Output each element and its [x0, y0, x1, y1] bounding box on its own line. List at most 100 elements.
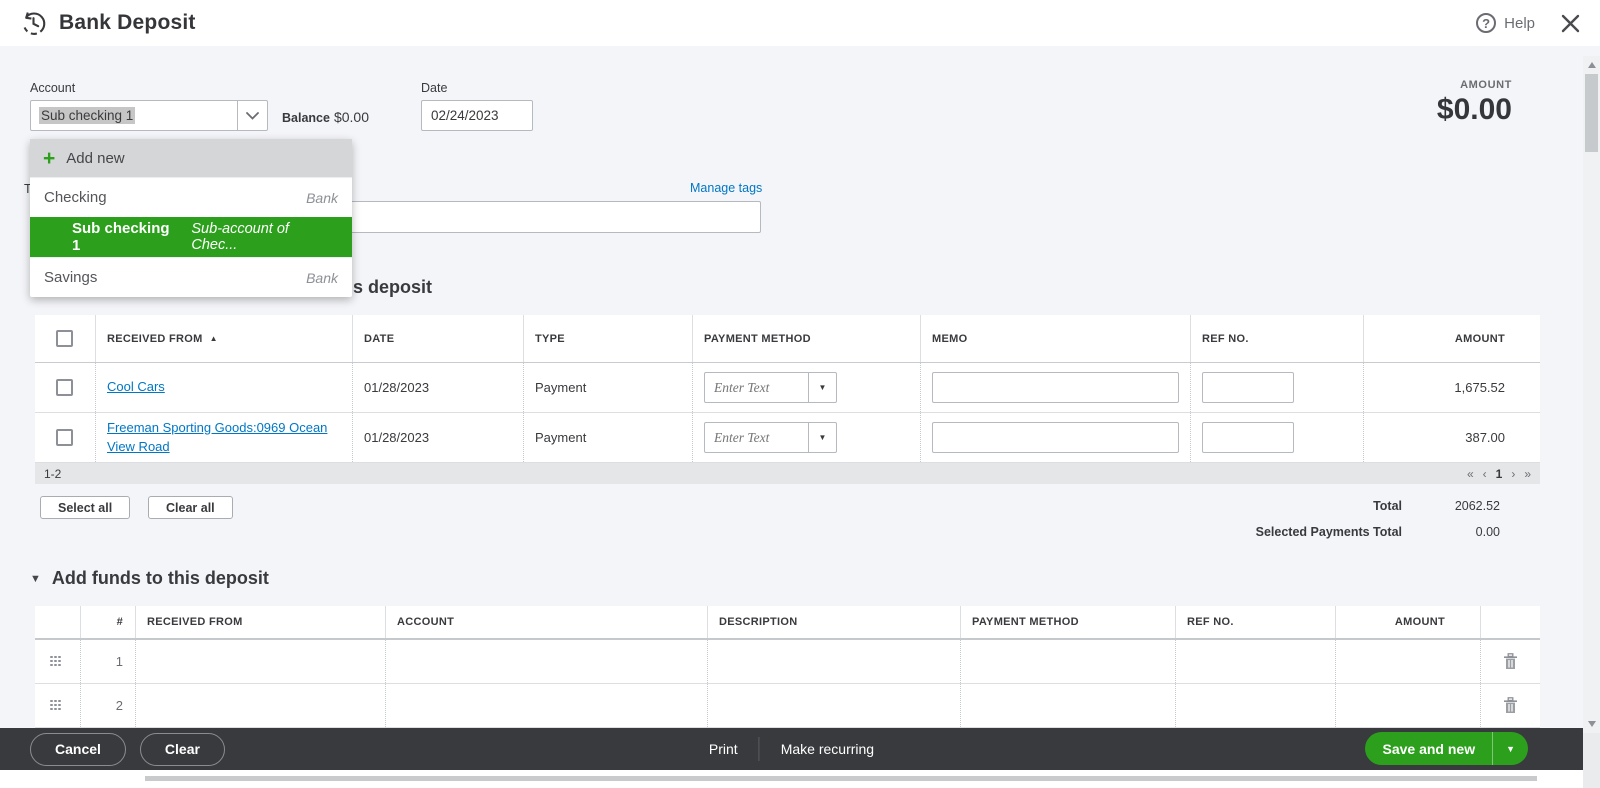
drag-handle-icon[interactable] [50, 699, 62, 712]
dropdown-arrow-icon[interactable]: ▼ [809, 422, 837, 453]
current-page: 1 [1495, 466, 1503, 481]
ref-no-cell[interactable] [1175, 684, 1335, 727]
dropdown-option-savings[interactable]: Savings Bank [30, 257, 352, 297]
save-and-new-label: Save and new [1382, 740, 1476, 757]
column-received-from[interactable]: RECEIVED FROM ▲ [95, 315, 352, 362]
vertical-scroll-thumb[interactable] [1585, 74, 1598, 152]
cancel-button[interactable]: Cancel [30, 732, 126, 766]
plus-icon: + [43, 146, 56, 170]
row-checkbox[interactable] [56, 379, 73, 396]
amount-label: AMOUNT [1460, 79, 1512, 91]
save-options-caret-icon[interactable]: ▼ [1493, 744, 1528, 754]
row-number: 2 [80, 684, 135, 727]
dropdown-option-checking[interactable]: Checking Bank [30, 177, 352, 217]
payment-method-input[interactable] [704, 422, 809, 453]
column-ref-no: REF NO. [1190, 315, 1363, 362]
funds-table-header: # RECEIVED FROM ACCOUNT DESCRIPTION PAYM… [35, 606, 1540, 640]
description-cell[interactable] [707, 684, 960, 727]
collapse-triangle-icon: ▼ [30, 572, 41, 585]
horizontal-scroll-thumb[interactable] [145, 776, 1537, 781]
dropdown-option-sub-checking-1[interactable]: Sub checking 1 Sub-account of Chec... [30, 217, 352, 257]
drag-handle-icon[interactable] [50, 655, 62, 668]
column-memo: MEMO [920, 315, 1190, 362]
column-date: DATE [352, 315, 523, 362]
memo-input[interactable] [932, 422, 1179, 453]
funds-row-1[interactable]: 1 [35, 640, 1540, 684]
account-select[interactable]: Sub checking 1 [30, 100, 268, 131]
received-from-link[interactable]: Freeman Sporting Goods:0969 Ocean View R… [107, 419, 337, 457]
scroll-down-icon[interactable] [1587, 721, 1596, 727]
payments-table-header: RECEIVED FROM ▲ DATE TYPE PAYMENT METHOD … [35, 315, 1540, 363]
add-new-label: Add new [66, 149, 125, 167]
page-title: Bank Deposit [59, 11, 196, 34]
footer-center-actions: Print Make recurring [688, 728, 895, 770]
prev-page-button[interactable]: ‹ [1483, 467, 1487, 481]
received-from-link[interactable]: Cool Cars [107, 378, 165, 397]
total-value: 2062.52 [1454, 499, 1500, 513]
amount-value: $0.00 [1436, 93, 1512, 126]
account-cell[interactable] [385, 640, 707, 683]
balance-label: Balance [282, 111, 330, 125]
bank-deposit-page: Bank Deposit ? Help Account Sub checking… [0, 0, 1600, 788]
total-label: Total [1373, 499, 1402, 513]
payment-method-select: ▼ [704, 422, 837, 453]
help-button[interactable]: ? Help [1476, 13, 1535, 33]
column-payment-method: PAYMENT METHOD [960, 606, 1175, 638]
dropdown-arrow-icon[interactable]: ▼ [809, 372, 837, 403]
select-all-button[interactable]: Select all [40, 496, 131, 519]
funds-heading-label: Add funds to this deposit [51, 568, 269, 588]
help-icon: ? [1476, 13, 1497, 33]
scroll-up-icon[interactable] [1587, 62, 1596, 68]
payment-amount: 1,675.52 [1363, 363, 1540, 412]
add-new-option[interactable]: + Add new [30, 139, 352, 177]
print-button[interactable]: Print [688, 741, 759, 757]
vertical-scrollbar[interactable] [1583, 56, 1600, 733]
clear-button[interactable]: Clear [139, 732, 225, 766]
funds-row-2[interactable]: 2 [35, 684, 1540, 728]
date-label: Date [421, 81, 448, 95]
first-page-button[interactable]: « [1467, 467, 1474, 481]
account-dropdown-menu: + Add new Checking Bank Sub checking 1 S… [30, 139, 352, 297]
payment-type: Payment [523, 413, 692, 462]
payment-method-cell[interactable] [960, 684, 1175, 727]
close-icon[interactable] [1561, 14, 1580, 33]
ref-no-input[interactable] [1202, 372, 1294, 403]
payment-row-2: Freeman Sporting Goods:0969 Ocean View R… [35, 413, 1540, 463]
amount-summary: AMOUNT $0.00 [1437, 79, 1512, 127]
date-input[interactable] [421, 100, 533, 131]
trash-icon[interactable] [1503, 653, 1518, 670]
funds-section-heading[interactable]: ▼ Add funds to this deposit [30, 568, 269, 589]
account-label: Account [30, 81, 76, 95]
payment-method-input[interactable] [704, 372, 809, 403]
amount-cell[interactable] [1335, 640, 1480, 683]
chevron-down-icon[interactable] [237, 101, 267, 130]
payment-method-cell[interactable] [960, 640, 1175, 683]
history-icon[interactable] [20, 10, 47, 37]
page-header: Bank Deposit ? Help [0, 0, 1600, 46]
column-amount: AMOUNT [1335, 606, 1480, 638]
memo-input[interactable] [932, 372, 1179, 403]
description-cell[interactable] [707, 640, 960, 683]
next-page-button[interactable]: › [1511, 467, 1515, 481]
row-checkbox[interactable] [56, 429, 73, 446]
amount-cell[interactable] [1335, 684, 1480, 727]
last-page-button[interactable]: » [1524, 467, 1531, 481]
selected-payments-total-value: 0.00 [1475, 525, 1500, 539]
sort-asc-icon: ▲ [209, 334, 218, 343]
horizontal-scrollbar[interactable] [0, 770, 1583, 788]
clear-all-button[interactable]: Clear all [148, 496, 233, 519]
account-cell[interactable] [385, 684, 707, 727]
ref-no-cell[interactable] [1175, 640, 1335, 683]
ref-no-input[interactable] [1202, 422, 1294, 453]
trash-icon[interactable] [1503, 697, 1518, 714]
make-recurring-button[interactable]: Make recurring [760, 741, 895, 757]
received-from-cell[interactable] [135, 640, 385, 683]
received-from-cell[interactable] [135, 684, 385, 727]
help-label: Help [1504, 14, 1535, 32]
column-payment-method: PAYMENT METHOD [692, 315, 920, 362]
payments-table: RECEIVED FROM ▲ DATE TYPE PAYMENT METHOD … [35, 315, 1540, 484]
save-and-new-button[interactable]: Save and new ▼ [1365, 732, 1528, 765]
manage-tags-link[interactable]: Manage tags [690, 181, 762, 195]
payment-type: Payment [523, 363, 692, 412]
select-all-checkbox[interactable] [56, 330, 73, 347]
